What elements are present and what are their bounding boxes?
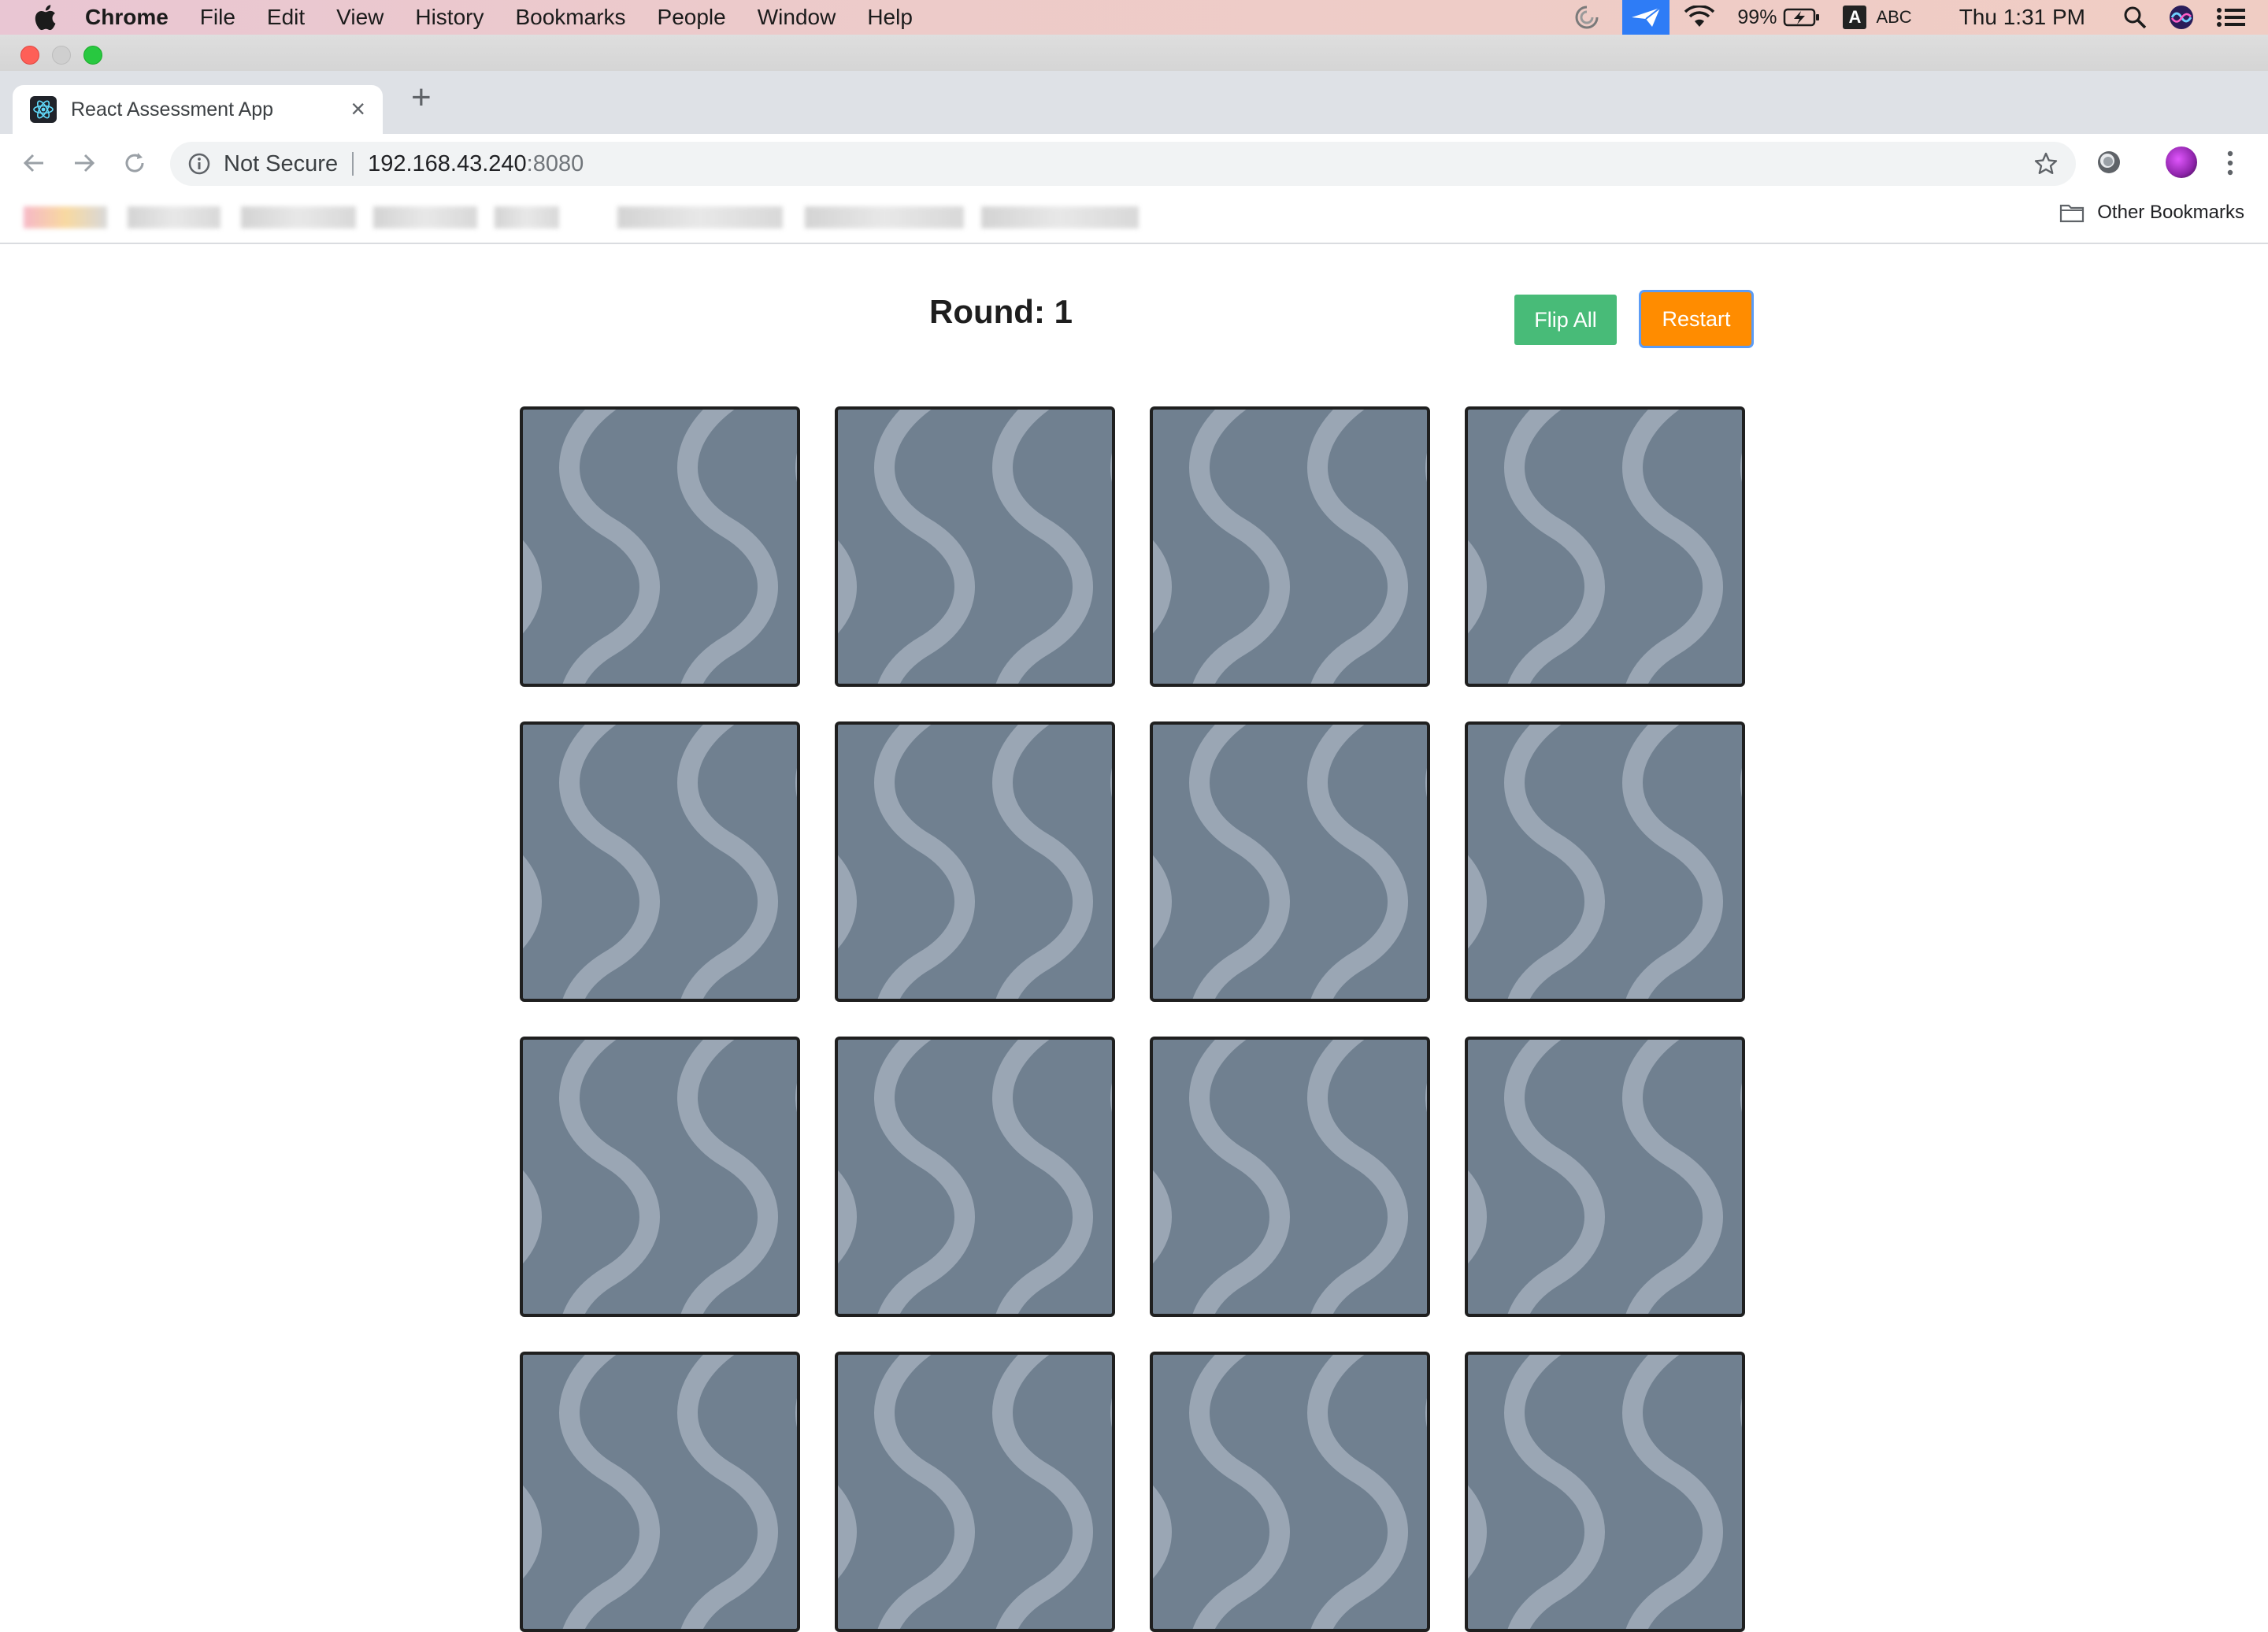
menu-people[interactable]: People	[658, 5, 726, 30]
input-source-label[interactable]: ABC	[1876, 7, 1911, 28]
memory-card[interactable]	[1465, 1352, 1745, 1632]
card-back-pattern	[523, 1040, 797, 1314]
card-back-pattern	[523, 725, 797, 999]
card-back-pattern	[838, 1355, 1112, 1629]
menu-window[interactable]: Window	[758, 5, 836, 30]
tab-title: React Assessment App	[71, 98, 274, 121]
card-back-pattern	[1468, 725, 1742, 999]
other-bookmarks-label: Other Bookmarks	[2097, 202, 2244, 223]
menu-extras: 99% A ABC Thu 1:31 PM	[1573, 0, 2268, 35]
menu-help[interactable]: Help	[867, 5, 913, 30]
reload-icon[interactable]	[118, 147, 151, 180]
memory-card[interactable]	[835, 406, 1115, 687]
notification-center-icon[interactable]	[2216, 6, 2246, 28]
menu-bookmarks[interactable]: Bookmarks	[515, 5, 625, 30]
window-close-button[interactable]	[20, 46, 39, 65]
memory-card[interactable]	[520, 1037, 800, 1317]
tab-close-icon[interactable]: ×	[350, 95, 365, 124]
window-zoom-button[interactable]	[83, 46, 102, 65]
memory-card[interactable]	[520, 721, 800, 1002]
memory-card[interactable]	[835, 1037, 1115, 1317]
card-back-pattern	[838, 1040, 1112, 1314]
card-back-pattern	[523, 1355, 797, 1629]
round-counter: Round: 1	[929, 293, 1073, 330]
card-back-pattern	[523, 410, 797, 684]
card-back-pattern	[1468, 410, 1742, 684]
menu-file[interactable]: File	[200, 5, 235, 30]
menu-edit[interactable]: Edit	[267, 5, 305, 30]
blurred-bookmark[interactable]	[373, 206, 477, 228]
browser-toolbar: Not Secure 192.168.43.240 :8080	[0, 134, 2268, 192]
memory-card[interactable]	[1150, 1037, 1430, 1317]
memory-card[interactable]	[1465, 1037, 1745, 1317]
tab-strip: React Assessment App ×	[0, 71, 2268, 134]
url-host[interactable]: 192.168.43.240	[368, 151, 527, 177]
restart-button[interactable]: Restart	[1641, 292, 1751, 346]
battery-percent: 99%	[1737, 6, 1777, 28]
url-port[interactable]: :8080	[527, 151, 584, 177]
siri-icon[interactable]	[2169, 5, 2194, 30]
card-back-pattern	[838, 410, 1112, 684]
apple-icon[interactable]	[33, 4, 57, 31]
card-back-pattern	[1468, 1355, 1742, 1629]
card-back-pattern	[1468, 1040, 1742, 1314]
spotlight-search-icon[interactable]	[2123, 6, 2147, 29]
menu-clock[interactable]: Thu 1:31 PM	[1959, 5, 2085, 30]
address-bar[interactable]: Not Secure 192.168.43.240 :8080	[170, 142, 2076, 186]
forward-arrow-icon[interactable]	[68, 147, 101, 180]
flip-all-button[interactable]: Flip All	[1514, 295, 1617, 345]
wifi-icon[interactable]	[1684, 6, 1715, 29]
macos-menu-bar: Chrome File Edit View History Bookmarks …	[0, 0, 2268, 35]
memory-card[interactable]	[1465, 406, 1745, 687]
security-label[interactable]: Not Secure	[224, 151, 338, 177]
blurred-bookmark[interactable]	[981, 206, 1139, 228]
card-grid	[520, 406, 2095, 1632]
blurred-bookmark[interactable]	[617, 206, 783, 228]
memory-card[interactable]	[835, 721, 1115, 1002]
profile-avatar[interactable]	[2166, 147, 2197, 178]
window-minimize-button[interactable]	[52, 46, 71, 65]
card-back-pattern	[1153, 1040, 1427, 1314]
other-bookmarks[interactable]: Other Bookmarks	[2059, 202, 2244, 224]
react-logo-icon	[30, 96, 57, 123]
paper-plane-icon[interactable]	[1622, 0, 1670, 35]
blurred-bookmark[interactable]	[128, 206, 220, 228]
card-back-pattern	[838, 725, 1112, 999]
browser-tab[interactable]: React Assessment App ×	[13, 85, 383, 134]
address-divider	[352, 152, 354, 176]
card-back-pattern	[1153, 1355, 1427, 1629]
folder-icon	[2060, 204, 2085, 223]
card-back-pattern	[1153, 725, 1427, 999]
blurred-bookmark[interactable]	[495, 206, 559, 228]
battery-charging-icon[interactable]	[1783, 7, 1821, 28]
blurred-bookmark[interactable]	[241, 206, 356, 228]
menu-view[interactable]: View	[336, 5, 384, 30]
memory-card[interactable]	[1150, 721, 1430, 1002]
extension-icon[interactable]	[2095, 148, 2123, 176]
memory-card[interactable]	[835, 1352, 1115, 1632]
back-arrow-icon[interactable]	[17, 147, 50, 180]
memory-card[interactable]	[520, 406, 800, 687]
bookmark-star-icon[interactable]	[2033, 151, 2059, 176]
memory-card[interactable]	[1150, 406, 1430, 687]
blurred-bookmark[interactable]	[805, 206, 964, 228]
chrome-menu-icon[interactable]	[2225, 150, 2235, 176]
input-source-badge[interactable]: A	[1843, 6, 1867, 29]
menu-app-name[interactable]: Chrome	[85, 5, 169, 30]
card-back-pattern	[1153, 410, 1427, 684]
memory-card[interactable]	[1150, 1352, 1430, 1632]
memory-card[interactable]	[1465, 721, 1745, 1002]
spinner-icon[interactable]	[1573, 4, 1600, 31]
window-titlebar	[0, 35, 2268, 71]
memory-card[interactable]	[520, 1352, 800, 1632]
new-tab-button[interactable]: +	[411, 80, 432, 115]
menu-history[interactable]: History	[415, 5, 484, 30]
blurred-bookmark[interactable]	[24, 206, 107, 228]
info-icon[interactable]	[187, 152, 211, 176]
bookmarks-bar: Other Bookmarks	[0, 192, 2268, 244]
